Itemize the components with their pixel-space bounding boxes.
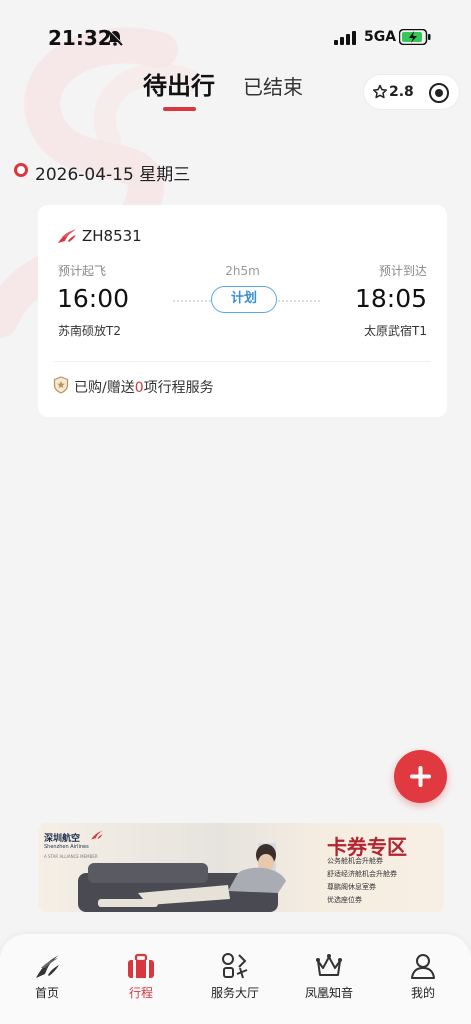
flight-card[interactable]: ZH8531 预计起飞 2h5m 预计到达 16:00 计划 18:05 苏南硕… bbox=[38, 205, 447, 417]
airline-logo-icon bbox=[36, 955, 59, 978]
trip-date: 2026-04-15 星期三 bbox=[35, 165, 191, 185]
nav-label-home: 首页 bbox=[34, 986, 59, 1000]
nav-item-home[interactable]: 首页 bbox=[0, 934, 94, 1024]
airline-logo-icon bbox=[58, 229, 76, 243]
arrival-label: 预计到达 bbox=[378, 264, 427, 278]
tab-finished[interactable]: 已结束 bbox=[243, 71, 303, 100]
services-suffix: 项行程服务 bbox=[143, 380, 214, 396]
nav-label-phoenix: 凤凰知音 bbox=[304, 986, 353, 1000]
status-time: 21:32 bbox=[48, 26, 112, 50]
route-line-right bbox=[278, 300, 320, 302]
bell-muted-icon bbox=[107, 29, 124, 46]
services-count: 0 bbox=[134, 380, 144, 396]
battery-charging-icon bbox=[399, 29, 431, 45]
flight-number: ZH8531 bbox=[82, 227, 142, 245]
crown-icon bbox=[316, 954, 342, 976]
target-icon[interactable] bbox=[428, 82, 450, 104]
rating-value[interactable]: 2.8 bbox=[389, 84, 414, 100]
nav-item-trips[interactable]: 行程 bbox=[94, 934, 188, 1024]
suitcase-icon bbox=[128, 953, 154, 978]
banner-airline-logo-icon bbox=[91, 830, 103, 840]
banner-coupon-item: 优选座位券 bbox=[327, 896, 362, 904]
services-prefix: 已购/赠送 bbox=[74, 380, 135, 396]
status-bar: 21:32 5GA bbox=[0, 0, 471, 60]
bottom-nav: 首页 行程 服务大厅 凤凰知音 我的 bbox=[0, 934, 471, 1024]
banner-coupon-item: 舒适经济舱机会升舱券 bbox=[327, 870, 397, 878]
tab-active-indicator bbox=[163, 107, 196, 111]
signal-icon bbox=[334, 31, 356, 45]
route-line-left bbox=[173, 300, 211, 302]
arrival-time: 18:05 bbox=[354, 284, 427, 313]
departure-time: 16:00 bbox=[57, 284, 130, 313]
person-icon bbox=[411, 954, 435, 979]
date-indicator-dot bbox=[14, 163, 28, 177]
nav-item-services[interactable]: 服务大厅 bbox=[188, 934, 282, 1024]
nav-label-services: 服务大厅 bbox=[210, 986, 259, 1000]
nav-item-phoenix[interactable]: 凤凰知音 bbox=[282, 934, 376, 1024]
shield-star-icon bbox=[53, 376, 69, 394]
banner-coupon-list: 公务舱机会升舱券 舒适经济舱机会升舱券 尊鹏阁休息室券 优选座位券 bbox=[327, 855, 397, 907]
nav-label-profile: 我的 bbox=[410, 986, 435, 1000]
services-grid-icon bbox=[222, 953, 248, 979]
network-type: 5GA bbox=[364, 29, 397, 45]
nav-label-trips: 行程 bbox=[128, 986, 153, 1000]
plus-icon bbox=[410, 766, 431, 787]
departure-airport: 苏南硕放T2 bbox=[58, 324, 121, 338]
flight-status-badge: 计划 bbox=[211, 286, 277, 313]
add-trip-button[interactable] bbox=[394, 750, 447, 803]
star-outline-icon[interactable] bbox=[372, 84, 388, 100]
tab-upcoming[interactable]: 待出行 bbox=[143, 66, 215, 101]
miniapp-capsule: 2.8 bbox=[363, 74, 460, 110]
arrival-airport: 太原武宿T1 bbox=[364, 324, 427, 338]
banner-airline-name: 深圳航空 bbox=[44, 834, 81, 844]
card-divider bbox=[54, 361, 431, 362]
coupon-banner[interactable]: 深圳航空 Shenzhen Airlines A STAR ALLIANCE M… bbox=[38, 823, 444, 912]
banner-coupon-item: 公务舱机会升舱券 bbox=[327, 857, 383, 865]
trip-services-link[interactable]: 已购/赠送0项行程服务 bbox=[74, 377, 214, 397]
banner-coupon-item: 尊鹏阁休息室券 bbox=[327, 883, 376, 891]
nav-item-profile[interactable]: 我的 bbox=[376, 934, 470, 1024]
banner-lounge-illustration bbox=[78, 843, 286, 912]
